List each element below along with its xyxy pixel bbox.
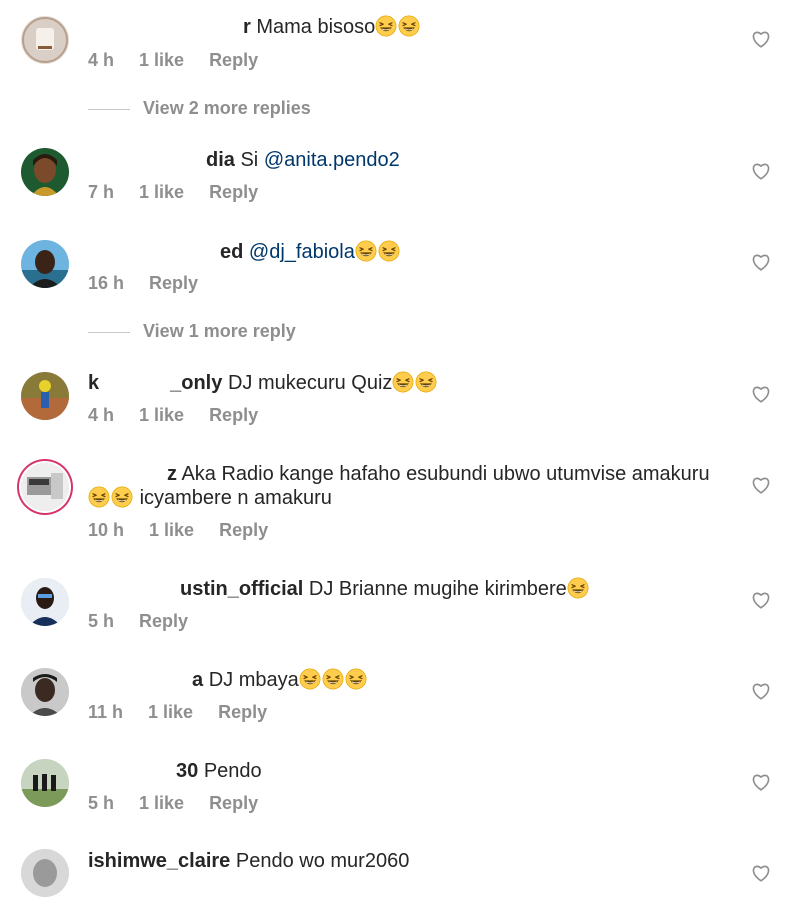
- comment-text: Mama bisoso: [256, 16, 376, 38]
- comment-body: a DJ mbaya: [88, 668, 368, 692]
- comment-time: 4 h: [88, 50, 115, 70]
- view-more-label[interactable]: View 2 more replies: [143, 98, 311, 119]
- comment-meta: 4 h 1 like Reply: [88, 50, 283, 71]
- comment-username[interactable]: dia: [206, 149, 235, 171]
- divider-line: [88, 109, 130, 110]
- mention-link[interactable]: @anita.pendo2: [264, 149, 400, 171]
- comment-username[interactable]: z: [167, 463, 177, 485]
- comment-meta: 16 h Reply: [88, 273, 223, 294]
- comment-time: 4 h: [88, 405, 115, 425]
- avatar[interactable]: [21, 148, 69, 196]
- comment-text: DJ mukecuru Quiz: [227, 372, 393, 394]
- reply-button[interactable]: Reply: [209, 405, 258, 425]
- comment-username-prefix[interactable]: k: [88, 372, 99, 394]
- comment-username[interactable]: r: [243, 16, 251, 38]
- avatar[interactable]: [21, 16, 69, 64]
- comment-time: 5 h: [88, 611, 115, 631]
- comment-likes[interactable]: 1 like: [149, 520, 194, 540]
- comment-username[interactable]: _only: [170, 372, 222, 394]
- comment-likes[interactable]: 1 like: [139, 50, 184, 70]
- heart-outline-icon[interactable]: [751, 476, 771, 494]
- laughing-emoji-icon: [392, 371, 438, 394]
- avatar[interactable]: [21, 240, 69, 288]
- comment-time: 5 h: [88, 793, 115, 813]
- laughing-emoji-icon: [567, 577, 590, 600]
- laughing-emoji-icon: [375, 15, 421, 38]
- comment-body: ustin_official DJ Brianne mugihe kirimbe…: [88, 577, 590, 601]
- comment-likes[interactable]: 1 like: [148, 702, 193, 722]
- comment-text: Pendo: [203, 760, 262, 782]
- comment-username[interactable]: 30: [176, 760, 198, 782]
- reply-button[interactable]: Reply: [209, 182, 258, 202]
- comment-text: Si: [240, 149, 259, 171]
- comment-likes[interactable]: 1 like: [139, 793, 184, 813]
- avatar[interactable]: [21, 759, 69, 807]
- view-more-label[interactable]: View 1 more reply: [143, 321, 296, 342]
- comment-username[interactable]: ed: [220, 241, 243, 263]
- comment-body-line2: icyambere n amakuru: [88, 486, 332, 510]
- reply-button[interactable]: Reply: [209, 793, 258, 813]
- reply-button[interactable]: Reply: [149, 273, 198, 293]
- reply-button[interactable]: Reply: [139, 611, 188, 631]
- comment-body: ed @dj_fabiola: [88, 240, 401, 264]
- avatar[interactable]: [21, 578, 69, 626]
- heart-outline-icon[interactable]: [751, 385, 771, 403]
- avatar-with-story-ring[interactable]: [21, 463, 69, 511]
- avatar[interactable]: [21, 668, 69, 716]
- comment-time: 16 h: [88, 273, 125, 293]
- reply-button[interactable]: Reply: [218, 702, 267, 722]
- comment-likes[interactable]: 1 like: [139, 405, 184, 425]
- comment-meta: 5 h Reply: [88, 611, 213, 632]
- heart-outline-icon[interactable]: [751, 864, 771, 882]
- comment-meta: 4 h 1 like Reply: [88, 405, 283, 426]
- comment-username[interactable]: ishimwe_claire: [88, 850, 230, 872]
- comment-body: k _only DJ mukecuru Quiz: [88, 371, 438, 395]
- heart-outline-icon[interactable]: [751, 30, 771, 48]
- comment-time: 7 h: [88, 182, 115, 202]
- comment-text: DJ mbaya: [208, 669, 299, 691]
- comment-body: 30 Pendo: [88, 759, 262, 783]
- laughing-emoji-icon: [299, 668, 368, 691]
- comment-time: 10 h: [88, 520, 125, 540]
- divider-line: [88, 332, 130, 333]
- comment-meta: 11 h 1 like Reply: [88, 702, 292, 723]
- comment-text-line2: icyambere n amakuru: [139, 487, 332, 509]
- comment-text: Aka Radio kange hafaho esubundi ubwo utu…: [181, 463, 710, 485]
- comment-username[interactable]: a: [192, 669, 203, 691]
- heart-outline-icon[interactable]: [751, 682, 771, 700]
- reply-button[interactable]: Reply: [209, 50, 258, 70]
- laughing-emoji-icon: [88, 486, 134, 509]
- reply-button[interactable]: Reply: [219, 520, 268, 540]
- comment-meta: 5 h 1 like Reply: [88, 793, 283, 814]
- comment-body: z Aka Radio kange hafaho esubundi ubwo u…: [88, 462, 710, 486]
- comment-text: DJ Brianne mugihe kirimbere: [308, 578, 567, 600]
- comment-time: 11 h: [88, 702, 124, 722]
- laughing-emoji-icon: [355, 240, 401, 263]
- comment-meta: 7 h 1 like Reply: [88, 182, 283, 203]
- heart-outline-icon[interactable]: [751, 591, 771, 609]
- avatar[interactable]: [21, 372, 69, 420]
- comment-body: ishimwe_claire Pendo wo mur2060: [88, 849, 409, 873]
- comment-body: dia Si @anita.pendo2: [88, 148, 400, 172]
- comment-text: Pendo wo mur2060: [235, 850, 410, 872]
- heart-outline-icon[interactable]: [751, 162, 771, 180]
- comment-body: r Mama bisoso: [88, 15, 421, 39]
- avatar[interactable]: [21, 849, 69, 897]
- mention-link[interactable]: @dj_fabiola: [249, 241, 355, 263]
- comment-likes[interactable]: 1 like: [139, 182, 184, 202]
- comment-meta: 10 h 1 like Reply: [88, 520, 293, 541]
- heart-outline-icon[interactable]: [751, 773, 771, 791]
- heart-outline-icon[interactable]: [751, 253, 771, 271]
- comment-username[interactable]: ustin_official: [180, 578, 303, 600]
